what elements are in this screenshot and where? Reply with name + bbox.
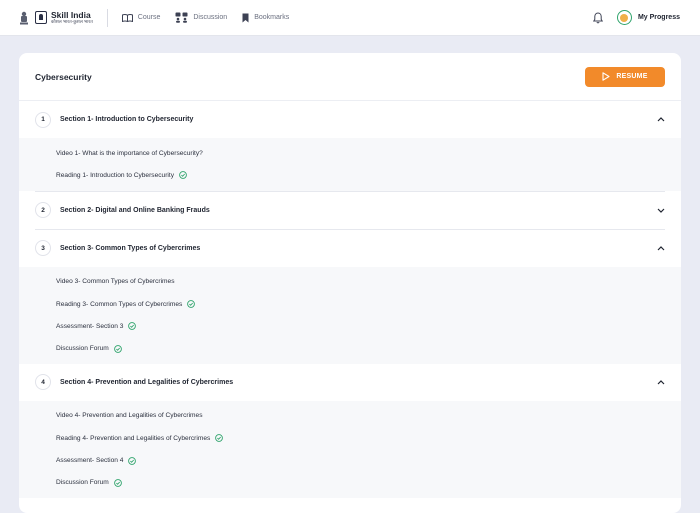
course-card: Cybersecurity RESUME 1 Section 1- Introd… (19, 53, 681, 513)
nav-course[interactable]: Course (121, 13, 161, 22)
item-label: Reading 3- Common Types of Cybercrimes (56, 300, 183, 308)
section-number: 2 (35, 202, 51, 219)
section-4-items: Video 4- Prevention and Legalities of Cy… (19, 400, 681, 498)
list-item[interactable]: Video 1- What is the importance of Cyber… (19, 142, 681, 164)
item-label: Video 4- Prevention and Legalities of Cy… (56, 412, 203, 420)
section-number: 4 (35, 374, 51, 391)
section-title: Section 1- Introduction to Cybersecurity (60, 116, 194, 123)
section-header-4[interactable]: 4 Section 4- Prevention and Legalities o… (19, 363, 681, 401)
resume-button[interactable]: RESUME (585, 66, 665, 87)
nav-bookmarks-label: Bookmarks (254, 14, 290, 21)
brand-logo[interactable]: Skill India कौशल भारत-कुशल भारत (18, 9, 93, 25)
check-circle-icon (113, 344, 122, 353)
national-emblem-icon (20, 11, 28, 24)
list-item[interactable]: Discussion Forum (19, 337, 681, 359)
course-header: Cybersecurity RESUME (19, 53, 681, 101)
brand-name: Skill India (51, 9, 91, 20)
bell-icon[interactable] (592, 11, 603, 24)
check-circle-icon (215, 434, 224, 443)
section-header-1[interactable]: 1 Section 1- Introduction to Cybersecuri… (19, 101, 681, 138)
list-item[interactable]: Video 4- Prevention and Legalities of Cy… (19, 405, 681, 427)
section-header-2[interactable]: 2 Section 2- Digital and Online Banking … (19, 191, 681, 229)
section-1-items: Video 1- What is the importance of Cyber… (19, 138, 681, 191)
section-number: 3 (35, 240, 51, 257)
resume-label: RESUME (616, 73, 648, 80)
avatar[interactable] (616, 10, 632, 25)
bookmark-icon (242, 13, 249, 22)
check-circle-icon (113, 478, 122, 487)
section-3-items: Video 3- Common Types of Cybercrimes Rea… (19, 266, 681, 364)
list-item[interactable]: Video 3- Common Types of Cybercrimes (19, 271, 681, 293)
check-circle-icon (128, 322, 137, 331)
item-label: Video 3- Common Types of Cybercrimes (56, 278, 175, 286)
item-label: Video 1- What is the importance of Cyber… (56, 149, 203, 157)
book-icon (121, 13, 133, 22)
top-navigation-bar: Skill India कौशल भारत-कुशल भारत Course D… (0, 0, 700, 36)
check-circle-icon (128, 456, 137, 465)
section-header-3[interactable]: 3 Section 3- Common Types of Cybercrimes (19, 229, 681, 267)
play-icon (602, 72, 610, 81)
section-title: Section 3- Common Types of Cybercrimes (60, 244, 201, 252)
nav-discussion[interactable]: Discussion (175, 12, 227, 23)
item-label: Assessment- Section 3 (56, 322, 124, 330)
item-label: Reading 4- Prevention and Legalities of … (56, 434, 211, 442)
skill-india-mark-icon (35, 11, 47, 24)
list-item[interactable]: Assessment- Section 4 (19, 449, 681, 471)
item-label: Discussion Forum (56, 345, 109, 353)
chevron-up-icon[interactable] (657, 117, 665, 122)
my-progress-link[interactable]: My Progress (638, 14, 680, 21)
nav-bookmarks[interactable]: Bookmarks (242, 13, 289, 23)
item-label: Reading 1- Introduction to Cybersecurity (56, 171, 175, 179)
list-item[interactable]: Reading 4- Prevention and Legalities of … (19, 427, 681, 449)
list-item[interactable]: Assessment- Section 3 (19, 315, 681, 337)
list-item[interactable]: Reading 3- Common Types of Cybercrimes (19, 293, 681, 315)
check-circle-icon (179, 171, 187, 180)
course-title: Cybersecurity (35, 71, 92, 82)
nav-course-label: Course (137, 14, 161, 21)
list-item[interactable]: Reading 1- Introduction to Cybersecurity (19, 164, 681, 186)
chevron-up-icon[interactable] (657, 245, 665, 251)
brand-subtitle: कौशल भारत-कुशल भारत (51, 19, 93, 24)
nav-discussion-label: Discussion (193, 14, 228, 21)
people-icon (175, 12, 188, 23)
chevron-down-icon[interactable] (657, 208, 665, 213)
list-item[interactable]: Discussion Forum (19, 472, 681, 494)
section-title: Section 2- Digital and Online Banking Fr… (60, 206, 210, 214)
item-label: Assessment- Section 4 (56, 457, 124, 465)
section-number: 1 (35, 111, 51, 128)
check-circle-icon (187, 300, 196, 308)
nav-divider (106, 8, 108, 27)
item-label: Discussion Forum (56, 479, 109, 487)
section-title: Section 4- Prevention and Legalities of … (60, 378, 234, 386)
chevron-up-icon[interactable] (657, 379, 665, 385)
